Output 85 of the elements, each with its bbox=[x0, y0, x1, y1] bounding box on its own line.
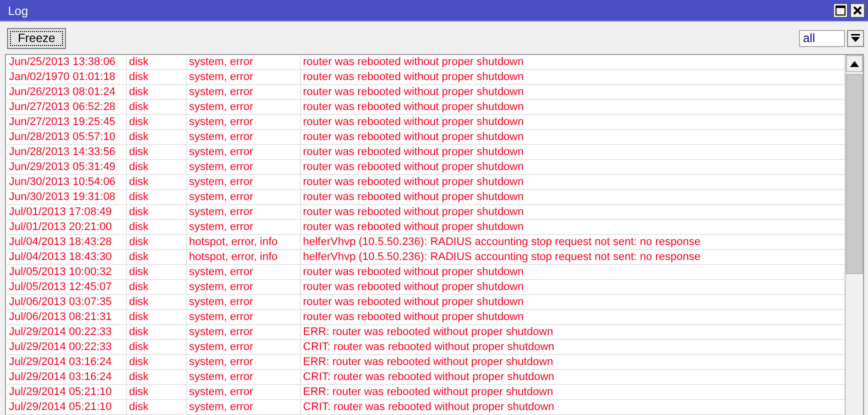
time-cell: Jul/01/2013 20:21:00 bbox=[7, 220, 127, 234]
topics-cell: system, error bbox=[187, 115, 301, 129]
topics-cell: system, error bbox=[187, 70, 301, 84]
time-cell: Jul/29/2014 05:21:10 bbox=[7, 400, 127, 414]
time-cell: Jun/25/2013 13:38:06 bbox=[7, 55, 127, 69]
time-cell: Jul/29/2014 03:16:24 bbox=[7, 355, 127, 369]
maximize-icon bbox=[835, 5, 846, 16]
buffer-cell: disk bbox=[127, 175, 187, 189]
topics-cell: system, error bbox=[187, 130, 301, 144]
freeze-button[interactable]: Freeze bbox=[7, 28, 66, 48]
time-cell: Jul/06/2013 03:07:35 bbox=[7, 295, 127, 309]
time-cell: Jul/01/2013 17:08:49 bbox=[7, 205, 127, 219]
topics-cell: system, error bbox=[187, 280, 301, 294]
buffer-cell: disk bbox=[127, 55, 187, 69]
buffer-cell: disk bbox=[127, 280, 187, 294]
scrollbar[interactable] bbox=[845, 55, 863, 415]
caret-icon bbox=[851, 34, 860, 42]
buffer-cell: disk bbox=[127, 265, 187, 279]
buffer-cell: disk bbox=[127, 160, 187, 174]
time-cell: Jan/02/1970 01:01:18 bbox=[7, 70, 127, 84]
time-cell: Jun/29/2013 05:31:49 bbox=[7, 160, 127, 174]
buffer-cell: disk bbox=[127, 355, 187, 369]
time-cell: Jun/28/2013 14:33:56 bbox=[7, 145, 127, 159]
time-cell: Jun/30/2013 19:31:08 bbox=[7, 190, 127, 204]
buffer-cell: disk bbox=[127, 220, 187, 234]
time-cell: Jul/29/2014 00:22:33 bbox=[7, 340, 127, 354]
time-cell: Jun/27/2013 06:52:28 bbox=[7, 100, 127, 114]
time-cell: Jul/04/2013 18:43:28 bbox=[7, 235, 127, 249]
time-cell: Jun/30/2013 10:54:06 bbox=[7, 175, 127, 189]
topics-cell: system, error bbox=[187, 385, 301, 399]
topics-cell: system, error bbox=[187, 310, 301, 324]
close-icon bbox=[852, 5, 863, 16]
buffer-cell: disk bbox=[127, 235, 187, 249]
topics-cell: system, error bbox=[187, 325, 301, 339]
buffer-cell: disk bbox=[127, 400, 187, 414]
close-button[interactable] bbox=[850, 3, 865, 18]
dropdown-button[interactable] bbox=[847, 30, 864, 46]
buffer-cell: disk bbox=[127, 370, 187, 384]
topics-cell: system, error bbox=[187, 55, 301, 69]
buffer-cell: disk bbox=[127, 70, 187, 84]
time-cell: Jul/04/2013 18:43:30 bbox=[7, 250, 127, 264]
scroll-up-button[interactable] bbox=[846, 55, 863, 72]
buffer-cell: disk bbox=[127, 250, 187, 264]
buffer-cell: disk bbox=[127, 130, 187, 144]
buffer-cell: disk bbox=[127, 385, 187, 399]
time-cell: Jul/05/2013 12:45:07 bbox=[7, 280, 127, 294]
topics-cell: system, error bbox=[187, 145, 301, 159]
time-cell: Jun/27/2013 19:25:45 bbox=[7, 115, 127, 129]
buffer-cell: disk bbox=[127, 310, 187, 324]
topics-cell: hotspot, error, info bbox=[187, 235, 301, 249]
scrollbar-thumb[interactable] bbox=[846, 74, 863, 274]
time-cell: Jul/29/2014 00:22:33 bbox=[7, 325, 127, 339]
topics-cell: system, error bbox=[187, 340, 301, 354]
buffer-cell: disk bbox=[127, 100, 187, 114]
topics-cell: system, error bbox=[187, 265, 301, 279]
buffer-cell: disk bbox=[127, 145, 187, 159]
topics-cell: system, error bbox=[187, 100, 301, 114]
buffer-cell: disk bbox=[127, 325, 187, 339]
topics-cell: system, error bbox=[187, 370, 301, 384]
buffer-cell: disk bbox=[127, 115, 187, 129]
maximize-button[interactable] bbox=[833, 3, 848, 18]
topics-cell: system, error bbox=[187, 220, 301, 234]
topics-cell: system, error bbox=[187, 205, 301, 219]
topics-cell: system, error bbox=[187, 295, 301, 309]
topics-cell: system, error bbox=[187, 190, 301, 204]
time-cell: Jul/29/2014 03:16:24 bbox=[7, 370, 127, 384]
buffer-cell: disk bbox=[127, 85, 187, 99]
topics-cell: system, error bbox=[187, 160, 301, 174]
topics-cell: system, error bbox=[187, 175, 301, 189]
up-arrow-icon bbox=[850, 60, 859, 66]
buffer-cell: disk bbox=[127, 205, 187, 219]
buffer-cell: disk bbox=[127, 295, 187, 309]
topics-cell: system, error bbox=[187, 85, 301, 99]
time-cell: Jul/06/2013 08:21:31 bbox=[7, 310, 127, 324]
window-title: Log bbox=[8, 4, 30, 18]
topics-cell: system, error bbox=[187, 355, 301, 369]
time-cell: Jun/28/2013 05:57:10 bbox=[7, 130, 127, 144]
buffer-cell: disk bbox=[127, 340, 187, 354]
time-cell: Jul/29/2014 05:21:10 bbox=[7, 385, 127, 399]
buffer-cell: disk bbox=[127, 190, 187, 204]
topics-cell: system, error bbox=[187, 400, 301, 414]
time-cell: Jun/26/2013 08:01:24 bbox=[7, 85, 127, 99]
topics-cell: hotspot, error, info bbox=[187, 250, 301, 264]
time-cell: Jul/05/2013 10:00:32 bbox=[7, 265, 127, 279]
filter-field[interactable]: all bbox=[799, 30, 845, 46]
